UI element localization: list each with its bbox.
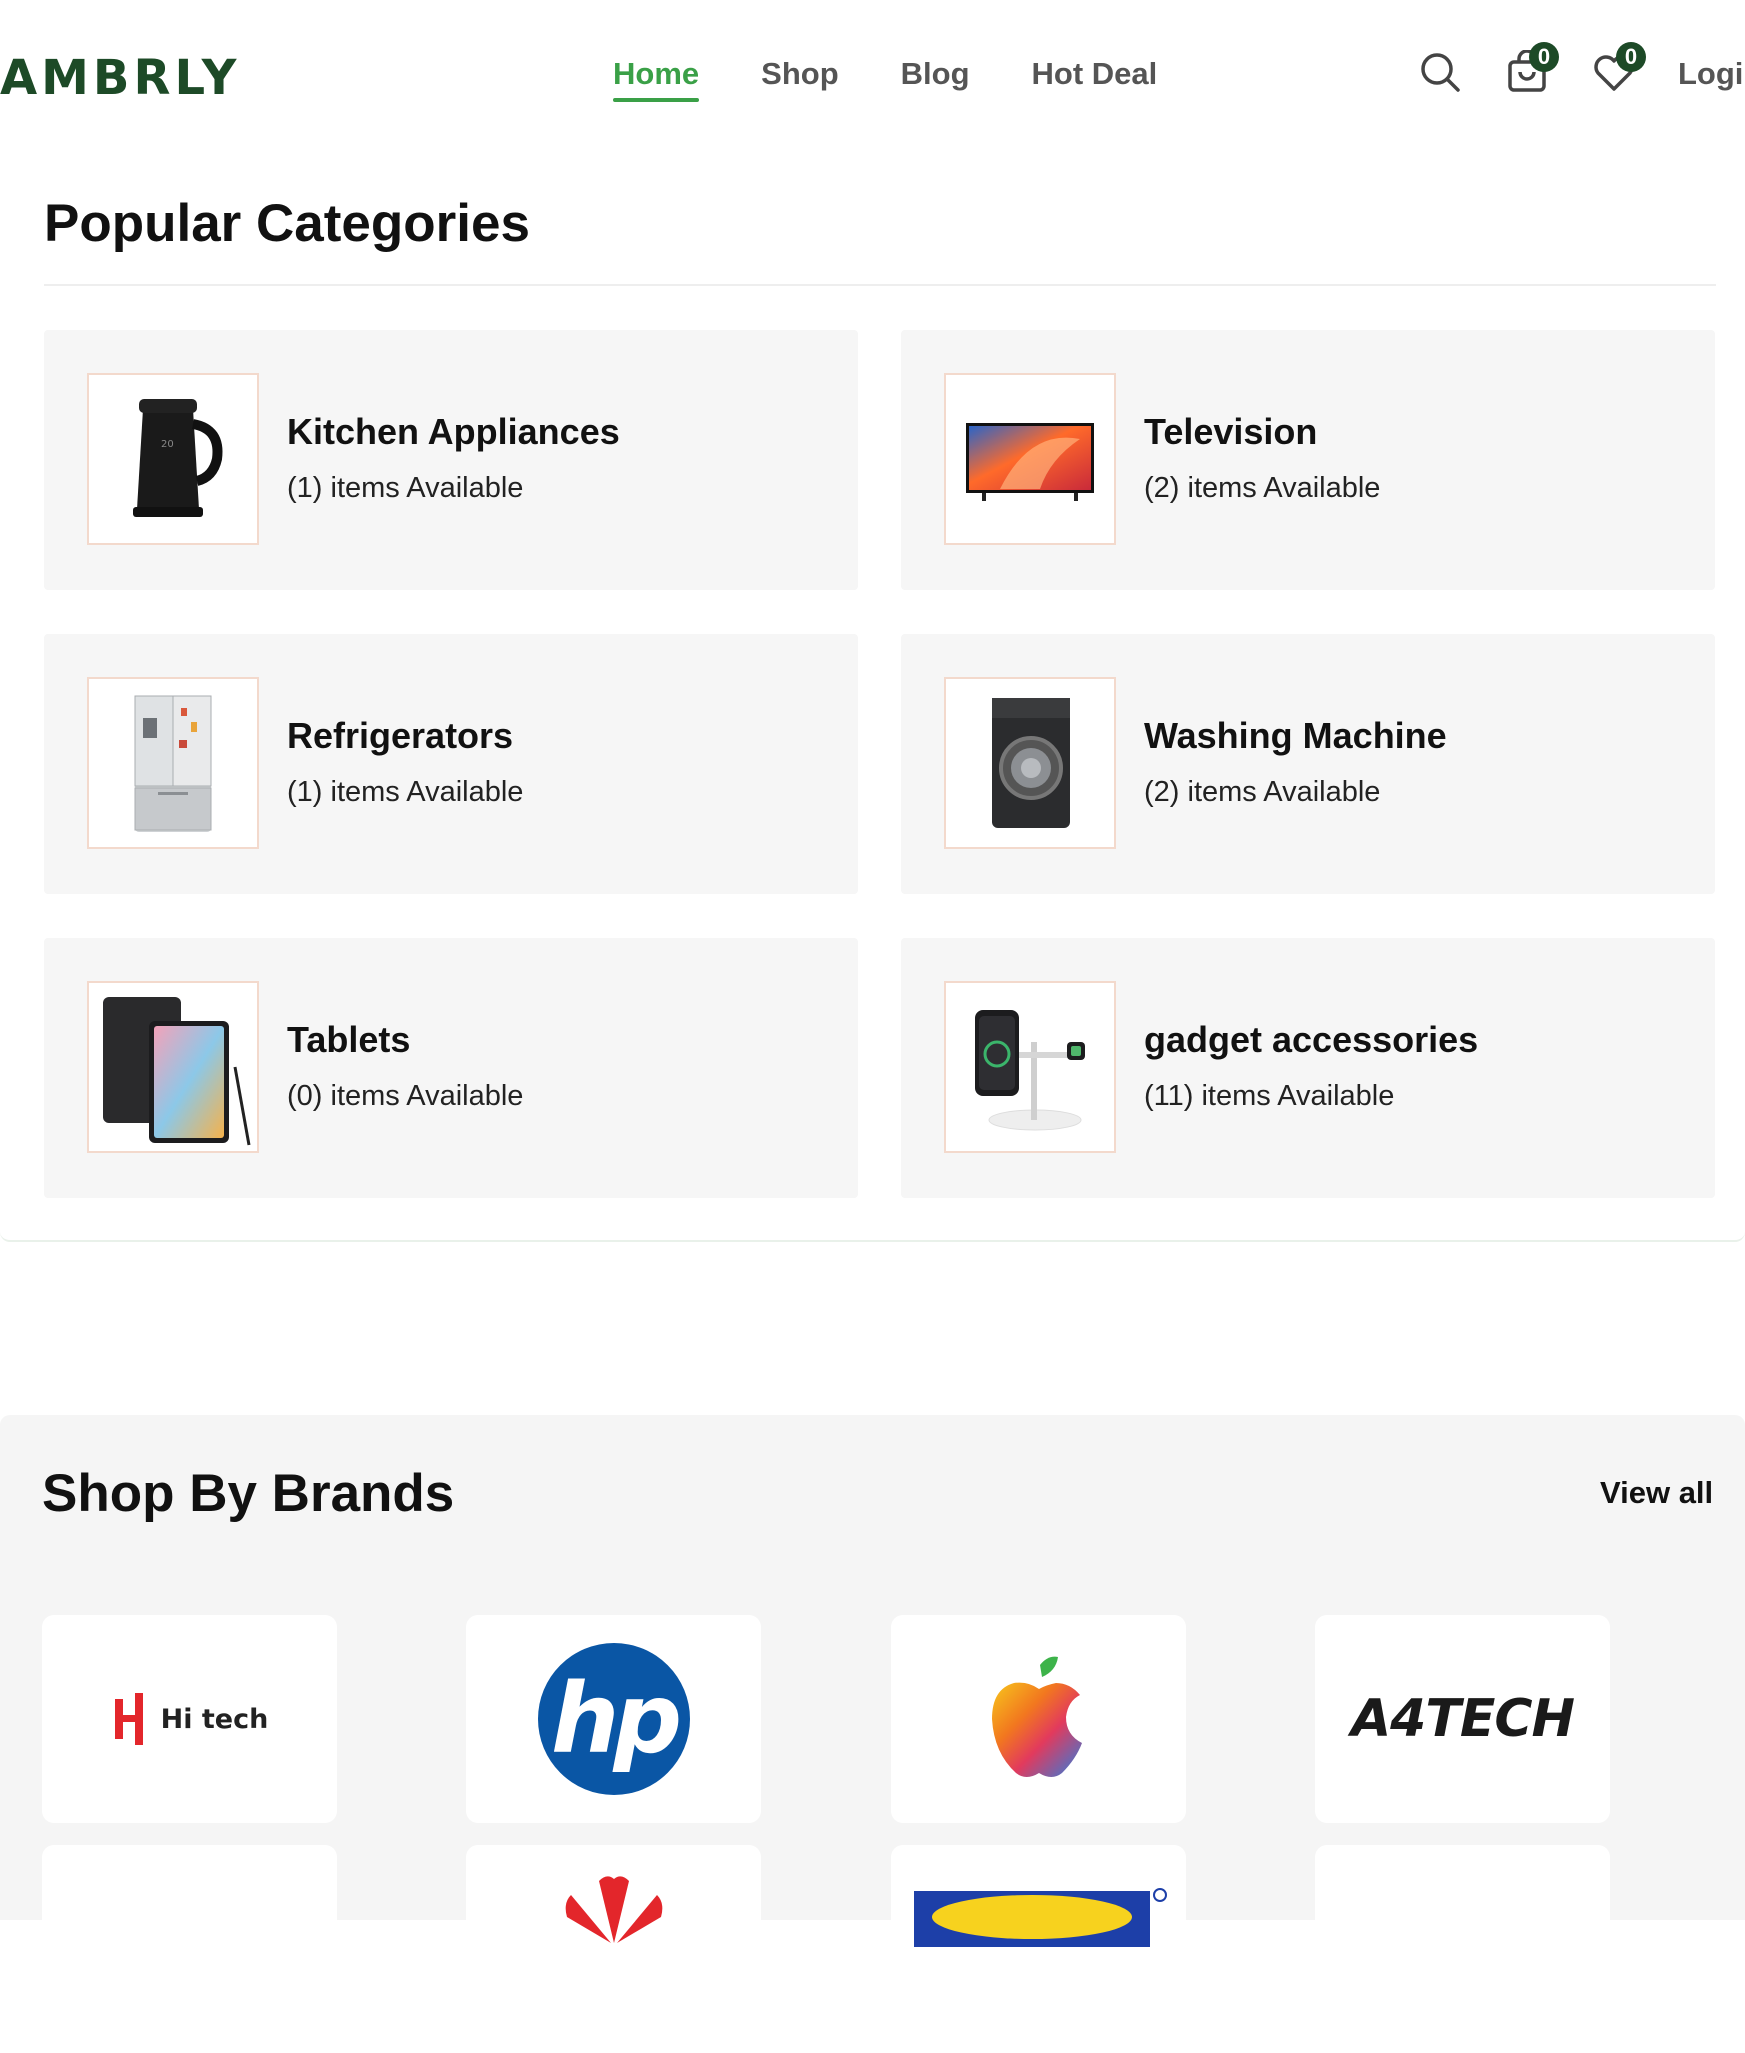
brand-logo-7 xyxy=(913,1888,1167,1947)
nav-hot-deal[interactable]: Hot Deal xyxy=(1032,52,1158,96)
brand-card-8[interactable] xyxy=(1315,1845,1610,2053)
brand-card-5[interactable] xyxy=(42,1845,337,2053)
cart-count-badge: 0 xyxy=(1529,42,1559,72)
category-count: (2) items Available xyxy=(1144,774,1380,810)
category-card-television[interactable]: Television (2) items Available xyxy=(901,330,1715,590)
category-card-gadget-accessories[interactable]: gadget accessories (11) items Available xyxy=(901,938,1715,1198)
category-count: (1) items Available xyxy=(287,470,523,506)
count-value: (2) xyxy=(1144,776,1180,808)
hp-text: hp xyxy=(550,1663,682,1775)
cart-button[interactable]: 0 xyxy=(1505,42,1559,94)
category-count: (1) items Available xyxy=(287,774,523,810)
category-name: Refrigerators xyxy=(287,715,514,756)
section-title: Shop By Brands xyxy=(42,1464,455,1523)
logo-text: AMBRLY xyxy=(0,50,241,106)
category-name: Tablets xyxy=(287,1019,411,1060)
charger-image xyxy=(944,981,1116,1153)
washing-machine-image xyxy=(944,677,1116,849)
count-value: (1) xyxy=(287,776,323,808)
category-card-washing-machine[interactable]: Washing Machine (2) items Available xyxy=(901,634,1715,894)
category-count: (0) items Available xyxy=(287,1078,523,1114)
site-header: AMBRLY Home Shop Blog Hot Deal 0 0 Login xyxy=(0,0,1745,148)
count-value: (2) xyxy=(1144,472,1180,504)
count-value: (11) xyxy=(1144,1080,1194,1112)
count-suffix: items Available xyxy=(322,1080,524,1112)
category-name: Washing Machine xyxy=(1144,715,1447,756)
huawei-logo xyxy=(565,1876,662,1943)
hitech-mark-icon xyxy=(114,1693,143,1745)
hitech-text: Hi tech xyxy=(160,1703,269,1735)
main-nav: Home Shop Blog Hot Deal xyxy=(613,52,1219,102)
nav-home[interactable]: Home xyxy=(613,52,700,102)
svg-text:20: 20 xyxy=(161,439,174,450)
section-title: Popular Categories xyxy=(44,194,530,253)
count-value: (1) xyxy=(287,472,323,504)
view-all-link[interactable]: View all xyxy=(1600,1473,1713,1513)
brand-card-7[interactable] xyxy=(891,1845,1186,2053)
hp-logo: hp xyxy=(537,1643,690,1795)
count-value: (0) xyxy=(287,1080,323,1112)
count-suffix: items Available xyxy=(322,472,524,504)
brand-card-a4tech[interactable]: A4TECH xyxy=(1315,1615,1610,1823)
count-suffix: items Available xyxy=(322,776,524,808)
category-card-kitchen-appliances[interactable]: 20 Kitchen Appliances (1) items Availabl… xyxy=(44,330,858,590)
category-count: (11) items Available xyxy=(1144,1078,1394,1114)
search-icon[interactable] xyxy=(1418,50,1462,94)
count-suffix: items Available xyxy=(1179,776,1381,808)
category-name: gadget accessories xyxy=(1144,1019,1479,1060)
wishlist-button[interactable]: 0 xyxy=(1592,42,1646,94)
wishlist-count-badge: 0 xyxy=(1616,42,1646,72)
category-name: Television xyxy=(1144,411,1318,452)
category-name: Kitchen Appliances xyxy=(287,411,620,452)
tablet-image xyxy=(87,981,259,1153)
category-count: (2) items Available xyxy=(1144,470,1380,506)
brand-card-hitech[interactable]: Hi tech xyxy=(42,1615,337,1823)
refrigerator-image xyxy=(87,677,259,849)
count-suffix: items Available xyxy=(1193,1080,1395,1112)
category-card-refrigerators[interactable]: Refrigerators (1) items Available xyxy=(44,634,858,894)
site-logo[interactable]: AMBRLY xyxy=(0,48,240,108)
nav-blog[interactable]: Blog xyxy=(901,52,970,96)
kettle-image: 20 xyxy=(87,373,259,545)
login-link[interactable]: Login xyxy=(1678,52,1745,96)
count-suffix: items Available xyxy=(1179,472,1381,504)
a4tech-logo: A4TECH xyxy=(1350,1689,1575,1749)
category-card-tablets[interactable]: Tablets (0) items Available xyxy=(44,938,858,1198)
television-image xyxy=(944,373,1116,545)
nav-shop[interactable]: Shop xyxy=(761,52,839,96)
apple-logo xyxy=(991,1656,1082,1777)
divider xyxy=(44,284,1716,286)
brand-card-hp[interactable]: hp xyxy=(466,1615,761,1823)
hitech-logo: Hi tech xyxy=(111,1693,269,1745)
brand-card-apple[interactable] xyxy=(891,1615,1186,1823)
brand-card-huawei[interactable] xyxy=(466,1845,761,2053)
